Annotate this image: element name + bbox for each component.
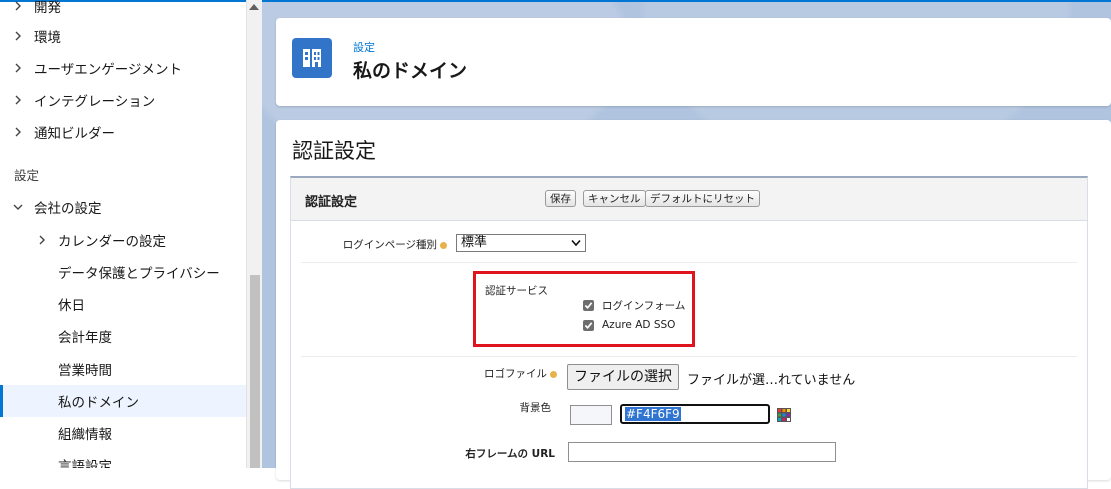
nav-item-label: 開発 — [34, 0, 61, 16]
help-icon[interactable] — [550, 370, 557, 378]
nav-item-label: データ保護とプライバシー — [58, 266, 220, 282]
background-color-input[interactable]: #F4F6F9 — [620, 404, 770, 424]
chevron-right-icon — [12, 126, 24, 138]
main-top-border — [262, 0, 1111, 2]
nav-item-holidays[interactable]: 休日 — [0, 288, 246, 320]
chevron-right-icon — [12, 30, 24, 42]
building-icon — [292, 38, 332, 78]
logo-file-label: ロゴファイル — [471, 366, 557, 381]
nav-item-fiscal-year[interactable]: 会計年度 — [0, 320, 246, 352]
nav-item-label: インテグレーション — [34, 94, 156, 110]
nav-item-label: ユーザエンゲージメント — [34, 62, 182, 78]
azure-ad-sso-option-label: Azure AD SSO — [602, 319, 676, 331]
login-form-checkbox[interactable] — [583, 300, 594, 311]
file-status-text: ファイルが選…れていません — [687, 373, 856, 388]
nav-item-label: 営業時間 — [58, 363, 112, 379]
nav-item-user-engagement[interactable]: ユーザエンゲージメント — [0, 52, 246, 84]
save-button[interactable]: 保存 — [545, 190, 576, 207]
sidebar-scrollbar[interactable] — [246, 0, 262, 468]
chevron-right-icon — [12, 94, 24, 106]
check-icon — [584, 321, 593, 329]
help-icon[interactable] — [440, 241, 447, 249]
nav-item-language-settings[interactable]: 言語設定 — [0, 449, 246, 468]
login-form-option[interactable]: ログインフォーム — [583, 298, 685, 313]
breadcrumb[interactable]: 設定 — [353, 39, 375, 55]
choose-file-button[interactable]: ファイルの選択 — [567, 364, 679, 390]
nav-item-development[interactable]: 開発 — [0, 0, 246, 22]
auth-settings-section: 認証設定 保存 キャンセル デフォルトにリセット ログインページ種別 標準 認証… — [290, 176, 1088, 489]
main-area: 設定 私のドメイン 認証設定 認証設定 保存 キャンセル デフォルトにリセット … — [262, 0, 1111, 489]
nav-item-label: 会社の設定 — [34, 201, 102, 217]
nav-item-calendar-settings[interactable]: カレンダーの設定 — [0, 224, 246, 256]
right-frame-url-label: 右フレームの URL — [465, 448, 555, 460]
azure-ad-sso-checkbox[interactable] — [583, 319, 594, 331]
section-title: 認証設定 — [305, 195, 358, 210]
setup-sidebar: 開発 環境 ユーザエンゲージメント インテグレーション 通知ビルダー 設定 会社… — [0, 0, 262, 468]
content-title: 認証設定 — [292, 139, 376, 163]
login-form-option-label: ログインフォーム — [602, 300, 686, 312]
login-page-type-value: 標準 — [461, 235, 488, 250]
nav-item-business-hours[interactable]: 営業時間 — [0, 353, 246, 385]
nav-item-label: カレンダーの設定 — [58, 234, 166, 250]
auth-service-label: 認証サービス — [485, 285, 548, 297]
check-icon — [584, 302, 593, 309]
nav-item-label: 言語設定 — [58, 459, 112, 468]
right-frame-url-input[interactable] — [568, 442, 836, 462]
scroll-up-arrow-icon[interactable] — [249, 4, 259, 10]
reset-to-default-button[interactable]: デフォルトにリセット — [645, 190, 760, 207]
azure-ad-sso-option[interactable]: Azure AD SSO — [583, 319, 675, 331]
chevron-down-icon — [571, 239, 581, 247]
color-swatch[interactable] — [570, 405, 612, 425]
chevron-right-icon — [36, 234, 48, 246]
nav-item-label: 私のドメイン — [58, 395, 139, 411]
nav-item-company-settings[interactable]: 会社の設定 — [0, 191, 246, 223]
nav-item-notification-builder[interactable]: 通知ビルダー — [0, 116, 246, 148]
nav-item-data-protection[interactable]: データ保護とプライバシー — [0, 256, 246, 288]
login-page-type-label: ログインページ種別 — [331, 237, 447, 252]
nav-item-label: 環境 — [34, 30, 61, 46]
login-page-type-label-text: ログインページ種別 — [342, 239, 437, 251]
section-header: 認証設定 保存 キャンセル デフォルトにリセット — [291, 178, 1087, 221]
color-palette-icon[interactable] — [777, 408, 791, 422]
row-divider — [301, 356, 1077, 357]
chevron-down-icon — [12, 201, 24, 213]
nav-item-environments[interactable]: 環境 — [0, 20, 246, 52]
login-page-type-select[interactable]: 標準 — [456, 234, 586, 252]
background-color-label: 背景色 — [519, 402, 552, 414]
nav-item-label: 組織情報 — [58, 427, 112, 443]
nav-item-label: 会計年度 — [58, 330, 112, 346]
sidebar-section-settings: 設定 — [14, 168, 40, 183]
nav-item-label: 休日 — [58, 298, 85, 314]
nav-item-integrations[interactable]: インテグレーション — [0, 84, 246, 116]
row-divider — [301, 262, 1077, 263]
chevron-right-icon — [12, 0, 24, 12]
scrollbar-thumb[interactable] — [250, 275, 260, 468]
page-header: 設定 私のドメイン — [276, 18, 1111, 106]
nav-item-company-information[interactable]: 組織情報 — [0, 417, 246, 449]
logo-file-label-text: ロゴファイル — [484, 368, 547, 380]
chevron-right-icon — [12, 62, 24, 74]
page-title: 私のドメイン — [353, 60, 468, 82]
content-card: 認証設定 認証設定 保存 キャンセル デフォルトにリセット ログインページ種別 … — [276, 120, 1111, 489]
nav-item-my-domain[interactable]: 私のドメイン — [0, 385, 246, 417]
cancel-button[interactable]: キャンセル — [583, 190, 646, 207]
background-color-value: #F4F6F9 — [625, 407, 681, 421]
nav-item-label: 通知ビルダー — [34, 126, 115, 142]
